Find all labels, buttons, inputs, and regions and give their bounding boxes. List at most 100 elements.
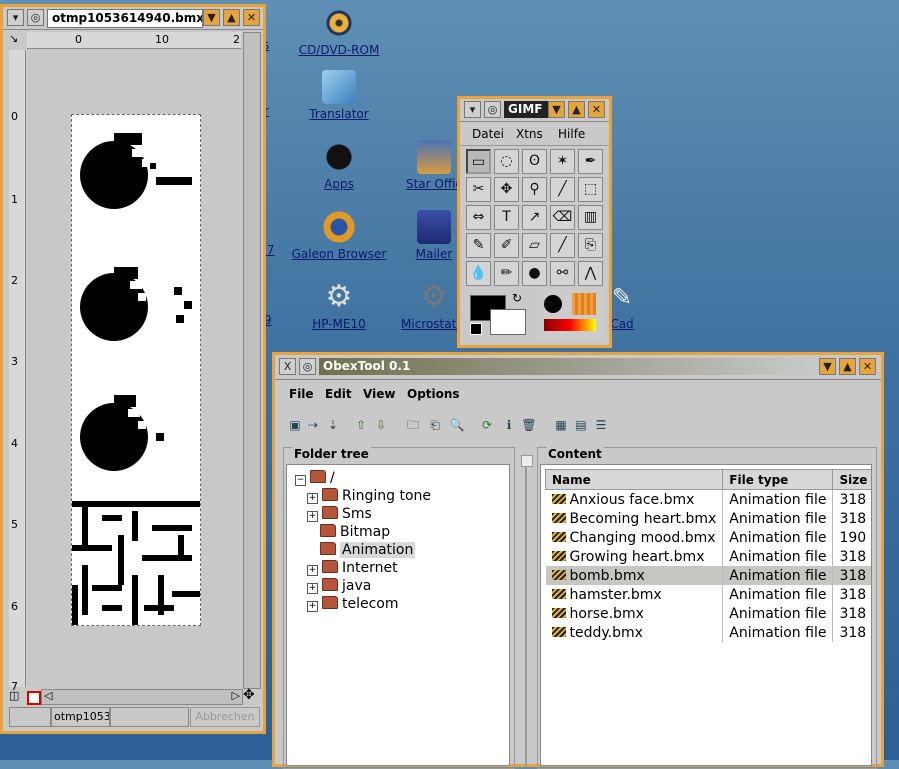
- scroll-right-icon[interactable]: ▷: [232, 689, 240, 702]
- tool-button-icon[interactable]: ╱: [550, 233, 575, 258]
- horizontal-scrollbar[interactable]: ◁ ▷: [41, 689, 243, 705]
- parent-folder-icon[interactable]: ⎗: [427, 417, 443, 433]
- file-row[interactable]: horse.bmx Animation file 318: [545, 604, 871, 623]
- tree-item[interactable]: − /: [295, 469, 335, 487]
- tree-item[interactable]: + Internet: [307, 559, 398, 577]
- desktop-icon-hpme10[interactable]: ⚙ HP-ME10: [289, 280, 389, 332]
- minimize-icon[interactable]: ▼: [203, 9, 220, 26]
- image-window-titlebar[interactable]: ▾ ◎ otmp1053614940.bmx-0 ▼ ▲ ✕: [3, 7, 263, 30]
- vertical-scrollbar[interactable]: [243, 32, 261, 689]
- column-header-name[interactable]: Name: [544, 469, 724, 490]
- list-view-icon[interactable]: ☰: [593, 417, 609, 433]
- tool-button-icon[interactable]: ◌: [494, 149, 519, 174]
- window-shade-icon[interactable]: ◎: [484, 101, 501, 118]
- save-icon[interactable]: ▣: [287, 417, 303, 433]
- expand-toggle-icon[interactable]: +: [307, 583, 318, 594]
- expand-toggle-icon[interactable]: +: [307, 601, 318, 612]
- close-icon[interactable]: ✕: [588, 101, 605, 118]
- pattern-icon[interactable]: [572, 293, 596, 315]
- desktop-icon-cdrom[interactable]: CD/DVD-ROM: [289, 6, 389, 57]
- background-color[interactable]: [490, 309, 526, 335]
- tree-item[interactable]: + java: [307, 577, 371, 595]
- tool-button-icon[interactable]: ʘ: [522, 149, 547, 174]
- tree-item[interactable]: + Sms: [307, 505, 372, 523]
- ruler-corner-icon[interactable]: ↘: [9, 32, 25, 48]
- column-header-filetype[interactable]: File type: [722, 469, 834, 490]
- tool-button-icon[interactable]: ⎘: [578, 233, 603, 258]
- tool-button-icon[interactable]: ⇔: [466, 205, 491, 230]
- tool-button-icon[interactable]: ✥: [494, 177, 519, 202]
- large-icons-view-icon[interactable]: ▦: [553, 417, 569, 433]
- window-shade-icon[interactable]: ◎: [299, 358, 316, 375]
- obex-titlebar[interactable]: X ◎ ObexTool 0.1 ▼ ▲ ✕: [275, 355, 881, 380]
- default-colors-icon[interactable]: [470, 323, 482, 335]
- cancel-button[interactable]: Abbrechen: [190, 707, 260, 727]
- gradient-icon[interactable]: [544, 319, 596, 331]
- tool-button-icon[interactable]: ╱: [550, 177, 575, 202]
- tool-button-icon[interactable]: ✐: [494, 233, 519, 258]
- tool-button-icon[interactable]: ✶: [550, 149, 575, 174]
- file-row[interactable]: bomb.bmx Animation file 318: [545, 566, 871, 585]
- tree-item[interactable]: Bitmap: [307, 523, 390, 541]
- folder-tree[interactable]: − / + Ringing tone + Sms Bitmap Animation + Inter…: [286, 464, 510, 766]
- tree-item[interactable]: + telecom: [307, 595, 399, 613]
- minimize-icon[interactable]: ▼: [819, 358, 836, 375]
- menu-xtns[interactable]: Xtns: [516, 127, 543, 141]
- menu-datei[interactable]: Datei: [472, 127, 504, 141]
- file-row[interactable]: Becoming heart.bmx Animation file 318: [545, 509, 871, 528]
- tool-button-icon[interactable]: ⚯: [550, 261, 575, 286]
- column-header-size[interactable]: Size: [832, 469, 871, 490]
- maximize-icon[interactable]: ▲: [568, 101, 585, 118]
- up-icon[interactable]: ⇧: [353, 417, 369, 433]
- menu-edit[interactable]: Edit: [325, 387, 352, 401]
- info-icon[interactable]: ℹ: [501, 417, 517, 433]
- canvas-area[interactable]: [27, 50, 241, 687]
- maximize-icon[interactable]: ▲: [223, 9, 240, 26]
- menu-file[interactable]: File: [289, 387, 314, 401]
- swap-colors-icon[interactable]: ↻: [512, 291, 522, 305]
- brush-icon[interactable]: [544, 295, 562, 313]
- maximize-icon[interactable]: ▲: [839, 358, 856, 375]
- desktop-icon-galeon[interactable]: Galeon Browser: [289, 210, 389, 261]
- tool-button-icon[interactable]: ⌫: [550, 205, 575, 230]
- tree-item[interactable]: + Ringing tone: [307, 487, 431, 505]
- color-swatches[interactable]: ↻: [466, 289, 534, 341]
- file-row[interactable]: Changing mood.bmx Animation file 190: [545, 528, 871, 547]
- expand-toggle-icon[interactable]: +: [307, 565, 318, 576]
- tree-item[interactable]: Animation: [307, 541, 416, 559]
- tool-button-icon[interactable]: ⚲: [522, 177, 547, 202]
- tool-button-icon[interactable]: ▭: [466, 149, 491, 174]
- tool-button-icon[interactable]: ⋀: [578, 261, 603, 286]
- menu-hilfe[interactable]: Hilfe: [558, 127, 585, 141]
- trash-icon[interactable]: 🗑: [521, 417, 537, 433]
- window-menu-icon[interactable]: ▾: [464, 101, 481, 118]
- file-row[interactable]: Anxious face.bmx Animation file 318: [545, 489, 871, 509]
- expand-toggle-icon[interactable]: +: [307, 493, 318, 504]
- upload-icon[interactable]: ⇢: [305, 417, 321, 433]
- desktop-icon-apps[interactable]: Apps: [289, 140, 389, 191]
- close-icon[interactable]: ✕: [859, 358, 876, 375]
- x-icon[interactable]: X: [279, 358, 296, 375]
- tool-button-icon[interactable]: ▥: [578, 205, 603, 230]
- tool-button-icon[interactable]: ▱: [522, 233, 547, 258]
- toolbox-titlebar[interactable]: ▾ ◎ GIMF ▼ ▲ ✕: [460, 99, 609, 122]
- file-row[interactable]: hamster.bmx Animation file 318: [545, 585, 871, 604]
- tool-button-icon[interactable]: ↗: [522, 205, 547, 230]
- tool-button-icon[interactable]: ⬚: [578, 177, 603, 202]
- open-folder-icon[interactable]: 🗀: [405, 417, 421, 433]
- close-icon[interactable]: ✕: [243, 9, 260, 26]
- expand-toggle-icon[interactable]: +: [307, 511, 318, 522]
- down-icon[interactable]: ⇩: [373, 417, 389, 433]
- expand-toggle-icon[interactable]: −: [295, 475, 306, 486]
- file-row[interactable]: teddy.bmx Animation file 318: [545, 623, 871, 642]
- file-row[interactable]: Growing heart.bmx Animation file 318: [545, 547, 871, 566]
- scroll-left-icon[interactable]: ◁: [44, 689, 52, 702]
- quickmask-icon[interactable]: ◫: [9, 689, 25, 703]
- tool-button-icon[interactable]: ●: [522, 261, 547, 286]
- tool-button-icon[interactable]: ✏: [494, 261, 519, 286]
- tool-button-icon[interactable]: T: [494, 205, 519, 230]
- desktop-icon-translator[interactable]: Translator: [289, 70, 389, 121]
- navigate-icon[interactable]: ✥: [243, 687, 255, 703]
- pane-splitter[interactable]: [521, 455, 533, 467]
- image-canvas[interactable]: [71, 114, 201, 626]
